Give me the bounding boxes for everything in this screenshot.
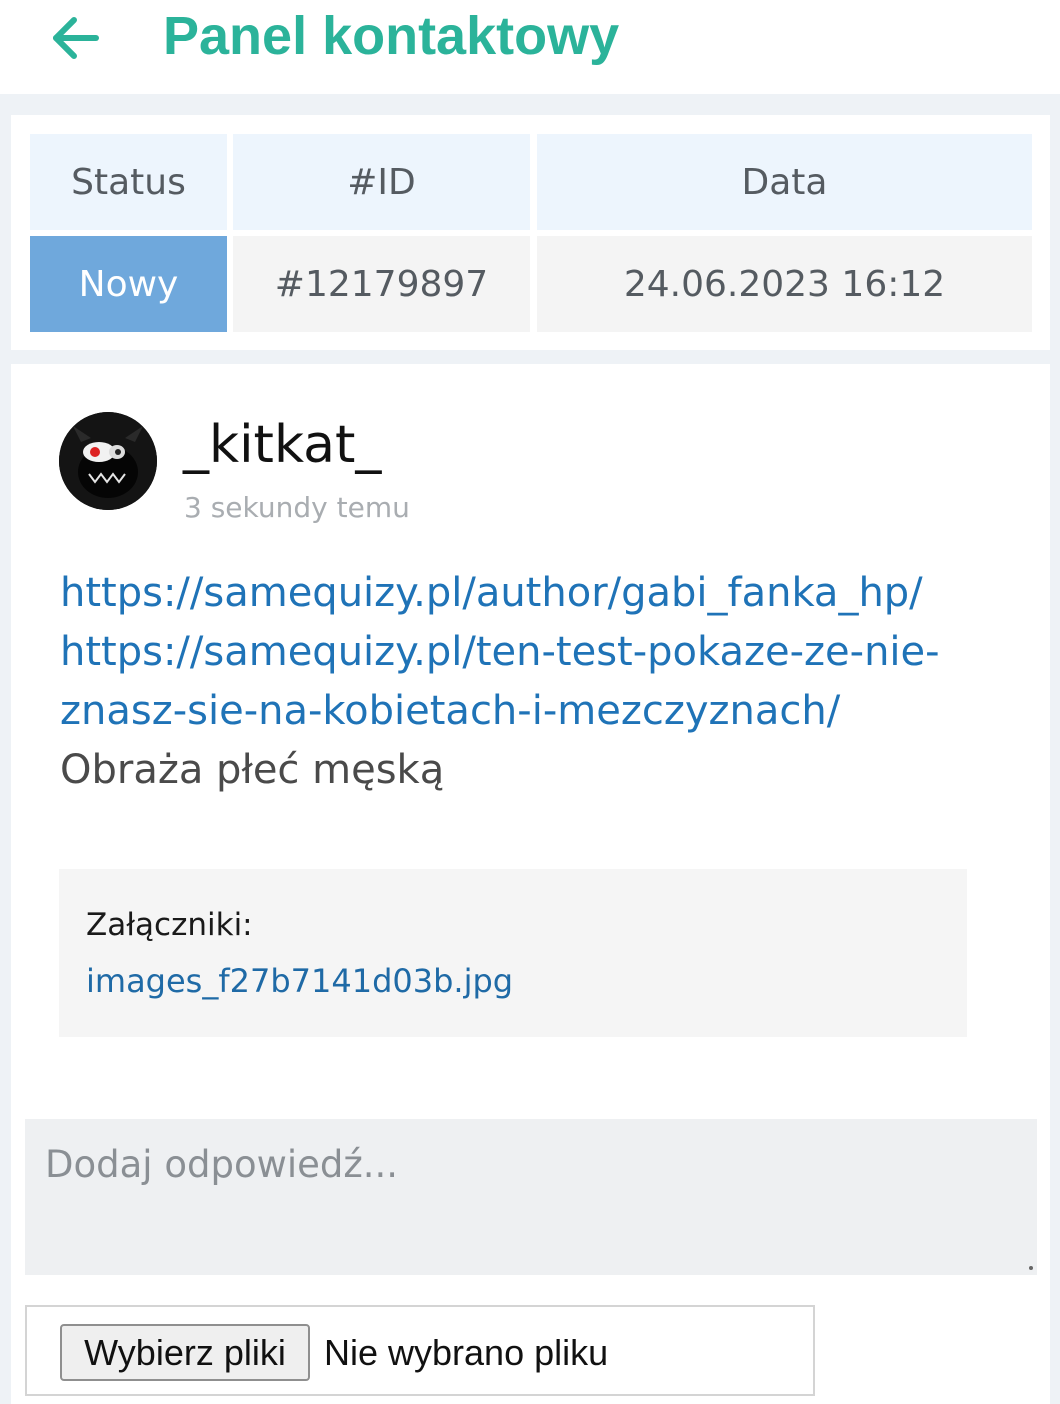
- avatar[interactable]: [59, 412, 157, 510]
- status-badge: Nowy: [30, 236, 227, 332]
- choose-files-button[interactable]: Wybierz pliki: [60, 1324, 310, 1381]
- ticket-date: 24.06.2023 16:12: [537, 236, 1032, 332]
- arrow-left-icon: [53, 17, 99, 59]
- attachment-link[interactable]: images_f27b7141d03b.jpg: [86, 959, 513, 1003]
- page-title: Panel kontaktowy: [163, 6, 620, 66]
- header-date: Data: [537, 134, 1032, 230]
- author-name[interactable]: _kitkat_: [183, 412, 381, 478]
- message-link-quiz-line-1[interactable]: https://samequizy.pl/ten-test-pokaze-ze-…: [60, 623, 960, 682]
- message-text: Obraża płeć męską: [60, 747, 445, 793]
- file-input: Wybierz pliki Nie wybrano pliku: [25, 1305, 815, 1396]
- message-link-quiz-line-2[interactable]: znasz-sie-na-kobietach-i-mezczyznach/: [60, 682, 960, 741]
- message-card: _kitkat_ 3 sekundy temu https://samequiz…: [11, 364, 1050, 1404]
- attachments-box: Załączniki: images_f27b7141d03b.jpg: [59, 869, 967, 1037]
- message-link-author[interactable]: https://samequizy.pl/author/gabi_fanka_h…: [60, 564, 960, 623]
- header-id: #ID: [233, 134, 530, 230]
- app-header: Panel kontaktowy: [0, 0, 1060, 94]
- avatar-image: [59, 412, 157, 510]
- message-timestamp: 3 sekundy temu: [184, 491, 410, 524]
- ticket-id: #12179897: [233, 236, 530, 332]
- reply-textarea[interactable]: [25, 1119, 1037, 1275]
- back-button[interactable]: [46, 8, 106, 68]
- ticket-info-table: Status #ID Data Nowy #12179897 24.06.202…: [11, 115, 1050, 350]
- message-body: https://samequizy.pl/author/gabi_fanka_h…: [60, 564, 960, 800]
- resize-handle-icon[interactable]: [1028, 1264, 1034, 1270]
- file-status-text: Nie wybrano pliku: [324, 1332, 609, 1373]
- attachments-label: Załączniki:: [86, 907, 253, 943]
- header-status: Status: [30, 134, 227, 230]
